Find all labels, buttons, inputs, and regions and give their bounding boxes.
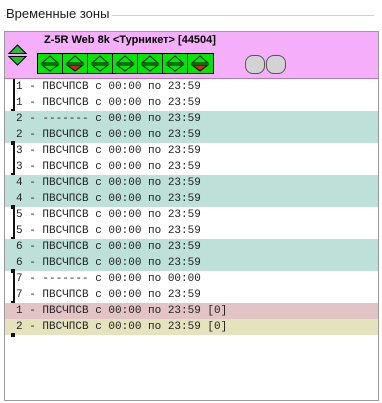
schedule-row[interactable]: 1 - ПВСЧПСВ с 00:00 по 23:59 <box>5 79 378 95</box>
schedule-row-text: 6 - ПВСЧПСВ с 00:00 по 23:59 <box>16 241 201 253</box>
schedule-row[interactable]: 3 - ПВСЧПСВ с 00:00 по 23:59 <box>5 159 378 177</box>
schedule-row[interactable]: 6 - ПВСЧПСВ с 00:00 по 23:59 <box>5 255 378 273</box>
arrow-updown-icon <box>165 55 185 72</box>
device-header[interactable]: Z-5R Web 8k <Турникет> [44504] <box>5 32 378 79</box>
arrow-updown-icon <box>40 55 60 72</box>
schedule-row[interactable]: 5 - ПВСЧПСВ с 00:00 по 23:59 <box>5 207 378 223</box>
schedule-row[interactable]: 6 - ПВСЧПСВ с 00:00 по 23:59 <box>5 239 378 255</box>
schedule-row-text: 4 - ПВСЧПСВ с 00:00 по 23:59 <box>16 193 201 205</box>
schedule-row-text: 7 - ------- с 00:00 по 00:00 <box>16 273 201 285</box>
schedule-row[interactable]: 4 - ПВСЧПСВ с 00:00 по 23:59 <box>5 175 378 191</box>
schedule-row-text: 3 - ПВСЧПСВ с 00:00 по 23:59 <box>16 145 201 157</box>
arrow-updown-icon <box>90 55 110 72</box>
schedule-row-text: 7 - ПВСЧПСВ с 00:00 по 23:59 <box>16 289 201 301</box>
zone-indicator-strip <box>37 53 214 74</box>
zones-panel: Z-5R Web 8k <Турникет> [44504] 1 - ПВСЧП… <box>4 31 379 401</box>
arrow-down-icon <box>65 55 85 72</box>
arrow-updown-icon <box>115 55 135 72</box>
zone-indicator-7[interactable] <box>188 54 213 73</box>
schedule-row[interactable]: 2 - ПВСЧПСВ с 00:00 по 23:59 [0] <box>5 319 378 337</box>
schedule-row[interactable]: 4 - ПВСЧПСВ с 00:00 по 23:59 <box>5 191 378 209</box>
schedule-row-text: 1 - ПВСЧПСВ с 00:00 по 23:59 [0] <box>16 305 228 317</box>
schedule-row[interactable]: 1 - ПВСЧПСВ с 00:00 по 23:59 <box>5 95 378 113</box>
tree-branch-tick <box>11 333 15 337</box>
schedule-row-text: 5 - ПВСЧПСВ с 00:00 по 23:59 <box>16 209 201 221</box>
zone-indicator-6[interactable] <box>163 54 188 73</box>
schedule-row[interactable]: 7 - ПВСЧПСВ с 00:00 по 23:59 <box>5 287 378 305</box>
zone-indicator-3[interactable] <box>88 54 113 73</box>
schedule-row-text: 5 - ПВСЧПСВ с 00:00 по 23:59 <box>16 225 201 237</box>
schedule-row[interactable]: 7 - ------- с 00:00 по 00:00 <box>5 271 378 287</box>
schedule-row-text: 1 - ПВСЧПСВ с 00:00 по 23:59 <box>16 81 201 93</box>
zone-indicator-2[interactable] <box>63 54 88 73</box>
expand-collapse-icon[interactable] <box>8 44 27 66</box>
zone-indicator-5[interactable] <box>138 54 163 73</box>
device-title: Z-5R Web 8k <Турникет> [44504] <box>44 34 216 46</box>
round-button-2[interactable] <box>266 55 286 74</box>
schedule-row-text: 3 - ПВСЧПСВ с 00:00 по 23:59 <box>16 161 201 173</box>
zone-indicator-1[interactable] <box>38 54 63 73</box>
schedule-row-text: 6 - ПВСЧПСВ с 00:00 по 23:59 <box>16 257 201 269</box>
arrow-down-icon <box>190 55 210 72</box>
group-title: Временные зоны <box>6 6 113 21</box>
schedule-list: 1 - ПВСЧПСВ с 00:00 по 23:59 1 - ПВСЧПСВ … <box>5 79 378 337</box>
schedule-row[interactable]: 3 - ПВСЧПСВ с 00:00 по 23:59 <box>5 143 378 159</box>
zone-indicator-4[interactable] <box>113 54 138 73</box>
schedule-row-text: 4 - ПВСЧПСВ с 00:00 по 23:59 <box>16 177 201 189</box>
schedule-row-text: 2 - ПВСЧПСВ с 00:00 по 23:59 <box>16 129 201 141</box>
schedule-row[interactable]: 5 - ПВСЧПСВ с 00:00 по 23:59 <box>5 223 378 241</box>
schedule-row[interactable]: 2 - ПВСЧПСВ с 00:00 по 23:59 <box>5 127 378 145</box>
schedule-row[interactable]: 1 - ПВСЧПСВ с 00:00 по 23:59 [0] <box>5 303 378 319</box>
schedule-row-text: 2 - ПВСЧПСВ с 00:00 по 23:59 [0] <box>16 321 228 333</box>
schedule-row-text: 1 - ПВСЧПСВ с 00:00 по 23:59 <box>16 97 201 109</box>
round-button-1[interactable] <box>245 55 265 74</box>
arrow-updown-icon <box>140 55 160 72</box>
schedule-row[interactable]: 2 - ------- с 00:00 по 23:59 <box>5 111 378 127</box>
schedule-row-text: 2 - ------- с 00:00 по 23:59 <box>16 113 201 125</box>
